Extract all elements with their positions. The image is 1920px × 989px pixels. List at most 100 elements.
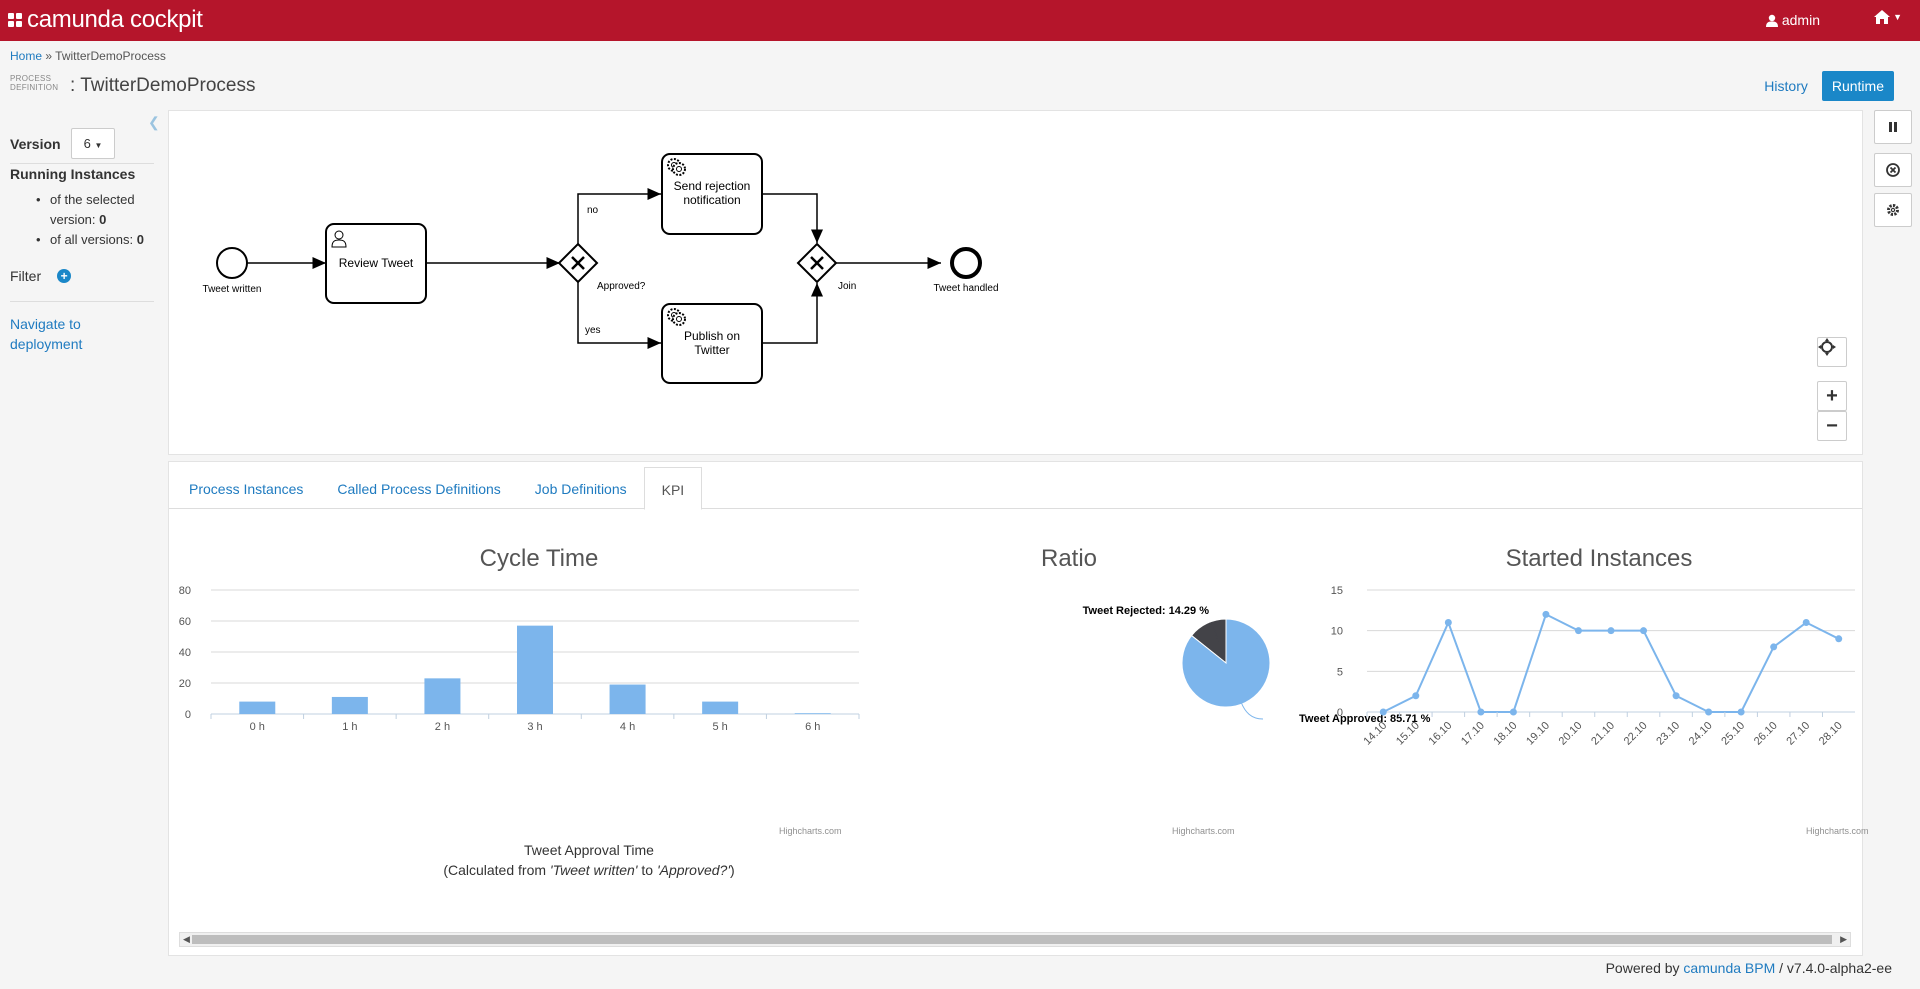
x-tick-label: 1 h [342, 721, 357, 733]
x-tick-label: 0 h [250, 721, 265, 733]
data-point [1770, 643, 1778, 651]
version-label: Version [10, 135, 61, 152]
tab-bar: Process Instances Called Process Definit… [169, 467, 1862, 510]
bar [609, 684, 646, 714]
brand-link[interactable]: camunda cockpit [8, 6, 203, 34]
x-tick-label: 16.10 [1427, 720, 1455, 748]
send-rejection-task[interactable]: Send rejection notification [661, 153, 763, 235]
data-point [1542, 610, 1550, 618]
running-instances-title: Running Instances [10, 166, 136, 182]
settings-button[interactable] [1874, 193, 1912, 227]
x-tick-label: 22.10 [1622, 720, 1650, 748]
list-item: of the selected version: 0 [36, 190, 160, 230]
y-tick-label: 15 [1331, 585, 1343, 597]
home-menu[interactable]: ▼ [1874, 10, 1902, 24]
scrollbar-thumb[interactable] [192, 935, 1832, 944]
caret-down-icon: ▼ [1893, 12, 1902, 22]
y-tick-label: 80 [179, 585, 191, 597]
list-item: of all versions: 0 [36, 230, 160, 250]
start-event[interactable] [216, 247, 248, 279]
bar [702, 701, 739, 714]
x-tick-label: 24.10 [1687, 720, 1715, 748]
bpmn-diagram: Tweet written Review Tweet Approved? no … [168, 110, 1863, 455]
x-tick-label: 2 h [435, 721, 450, 733]
x-tick-label: 15.10 [1394, 720, 1422, 748]
x-tick-label: 17.10 [1459, 720, 1487, 748]
brand-name: camunda cockpit [27, 6, 203, 33]
review-tweet-task[interactable]: Review Tweet [325, 223, 427, 304]
highcharts-credit[interactable]: Highcharts.com [1172, 826, 1235, 836]
plus-icon: + [1826, 384, 1838, 407]
data-point [1835, 635, 1843, 643]
join-gateway[interactable] [796, 242, 838, 284]
tab-process-instances[interactable]: Process Instances [172, 467, 320, 509]
publish-label-line2: Twitter [694, 343, 729, 357]
user-menu[interactable]: admin [1765, 12, 1820, 28]
camunda-bpm-link[interactable]: camunda BPM [1683, 960, 1775, 976]
version-dropdown[interactable]: 6 ▼ [70, 128, 116, 159]
tab-called-process-definitions[interactable]: Called Process Definitions [320, 467, 517, 509]
y-tick-label: 60 [179, 616, 191, 628]
tab-job-definitions[interactable]: Job Definitions [518, 467, 644, 509]
data-point [1802, 619, 1810, 627]
cancel-instances-button[interactable] [1874, 153, 1912, 187]
view-switch: History Runtime [1754, 71, 1894, 101]
x-tick-label: 25.10 [1719, 720, 1747, 748]
breadcrumb-current: TwitterDemoProcess [55, 49, 166, 63]
crosshair-icon [1818, 338, 1836, 356]
breadcrumb-home[interactable]: Home [10, 49, 42, 63]
running-instances-list: of the selected version: 0 of all versio… [36, 190, 160, 250]
minus-icon: − [1826, 414, 1838, 437]
end-event[interactable] [950, 247, 982, 279]
flow-no-label: no [587, 205, 599, 216]
x-tick-label: 21.10 [1589, 720, 1617, 748]
caret-down-icon: ▼ [94, 141, 103, 150]
tabs-panel: Process Instances Called Process Definit… [168, 461, 1869, 956]
data-point [1412, 692, 1420, 700]
review-tweet-label: Review Tweet [339, 256, 414, 270]
pie-label: Tweet Rejected: 14.29 % [1083, 605, 1210, 617]
approved-gateway[interactable] [557, 242, 599, 284]
reset-zoom-button[interactable] [1817, 337, 1847, 367]
pause-icon [1889, 122, 1897, 132]
navigate-to-deployment-link[interactable]: Navigate to deployment [0, 314, 100, 354]
x-tick-label: 4 h [620, 721, 635, 733]
cycle-time-title: Cycle Time [479, 545, 599, 572]
zoom-out-button[interactable]: − [1817, 411, 1847, 441]
x-tick-label: 26.10 [1752, 720, 1780, 748]
highcharts-credit[interactable]: Highcharts.com [1806, 826, 1869, 836]
horizontal-scrollbar[interactable]: ◀ ▶ [179, 932, 1851, 947]
send-rejection-label-line2: notification [683, 193, 740, 207]
y-tick-label: 20 [179, 678, 191, 690]
data-point [1607, 627, 1615, 635]
highcharts-credit[interactable]: Highcharts.com [779, 826, 842, 836]
breadcrumb: Home » TwitterDemoProcess [10, 49, 166, 63]
send-rejection-label-line1: Send rejection [674, 179, 751, 193]
flow-yes-label: yes [585, 325, 601, 336]
history-button[interactable]: History [1754, 71, 1818, 101]
x-tick-label: 6 h [805, 721, 820, 733]
x-tick-label: 20.10 [1557, 720, 1585, 748]
y-tick-label: 40 [179, 647, 191, 659]
page-title: : TwitterDemoProcess [70, 75, 256, 96]
scroll-right-icon[interactable]: ▶ [1840, 934, 1847, 945]
collapse-sidebar-icon[interactable]: ❮ [148, 114, 160, 131]
version-selector: Version 6 ▼ [10, 128, 116, 159]
suspend-button[interactable] [1874, 110, 1912, 144]
zoom-in-button[interactable]: + [1817, 381, 1847, 411]
footer: Powered by camunda BPM / v7.4.0-alpha2-e… [1605, 960, 1892, 976]
divider [10, 301, 154, 302]
ratio-title: Ratio [1040, 545, 1098, 572]
y-tick-label: 10 [1331, 626, 1343, 638]
x-tick-label: 19.10 [1524, 720, 1552, 748]
add-filter-icon[interactable]: + [57, 269, 72, 283]
publish-on-twitter-task[interactable]: Publish on Twitter [661, 303, 763, 384]
runtime-button[interactable]: Runtime [1821, 71, 1894, 101]
process-name: TwitterDemoProcess [80, 75, 256, 96]
gear-icon [1887, 204, 1899, 216]
start-event-label: Tweet written [203, 284, 262, 295]
y-tick-label: 0 [185, 709, 191, 721]
scroll-left-icon[interactable]: ◀ [183, 934, 190, 945]
tab-kpi[interactable]: KPI [643, 467, 703, 510]
x-tick-label: 18.10 [1492, 720, 1520, 748]
